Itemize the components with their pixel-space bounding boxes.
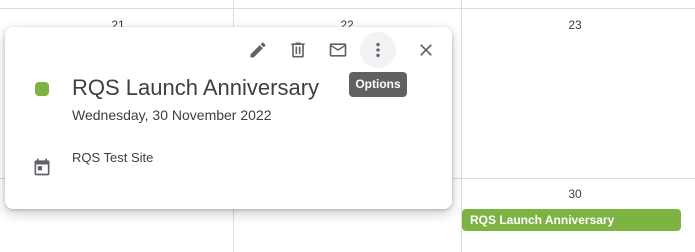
more-vert-icon: [376, 42, 380, 58]
email-guests-button[interactable]: [320, 32, 356, 68]
grid-divider: [0, 8, 695, 9]
event-chip[interactable]: RQS Launch Anniversary: [462, 209, 681, 231]
event-color-swatch: [35, 82, 49, 96]
trash-icon: [291, 42, 305, 58]
event-title: RQS Launch Anniversary: [72, 75, 320, 100]
day-number[interactable]: 30: [555, 187, 595, 201]
event-date: Wednesday, 30 November 2022: [72, 107, 272, 123]
delete-button[interactable]: [280, 32, 316, 68]
options-button[interactable]: [360, 32, 396, 68]
edit-button[interactable]: [240, 32, 276, 68]
close-button[interactable]: [408, 32, 444, 68]
day-number[interactable]: 23: [555, 18, 595, 32]
options-tooltip: Options: [349, 72, 407, 97]
close-icon: [420, 44, 432, 56]
pencil-icon: [250, 42, 266, 58]
calendar-icon: [32, 157, 52, 177]
mail-icon: [329, 43, 347, 57]
calendar-name: RQS Test Site: [72, 150, 154, 165]
